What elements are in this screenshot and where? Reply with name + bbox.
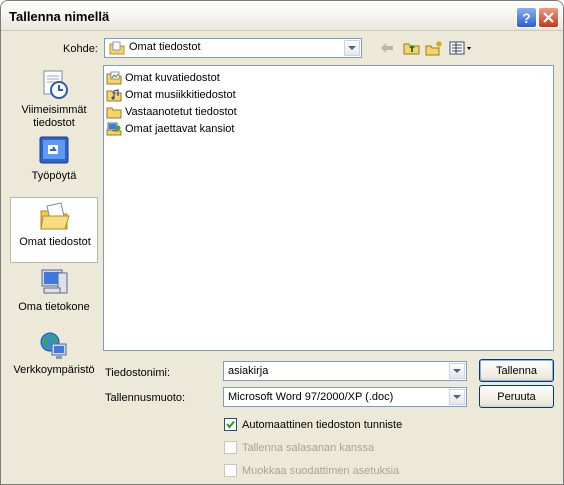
list-item[interactable]: Vastaanotetut tiedostot xyxy=(106,104,237,120)
location-value: Omat tiedostot xyxy=(129,41,201,53)
cancel-button-label: Peruuta xyxy=(497,390,536,403)
file-list[interactable]: Omat kuvatiedostot Omat musiikkitiedosto… xyxy=(103,65,554,351)
file-name: Omat musiikkitiedostot xyxy=(125,89,236,101)
folder-icon xyxy=(106,107,122,119)
list-item[interactable]: Omat musiikkitiedostot xyxy=(106,87,236,103)
title-bar[interactable]: Tallenna nimellä ? xyxy=(1,1,563,31)
save-with-password-label: Tallenna salasanan kanssa xyxy=(242,441,375,454)
recent-documents-icon xyxy=(43,70,68,99)
my-music-folder-icon xyxy=(106,89,122,102)
close-button[interactable] xyxy=(538,7,559,28)
file-name: Omat kuvatiedostot xyxy=(125,72,220,84)
place-my-computer-label: Oma tietokone xyxy=(18,301,90,313)
shared-folders-icon xyxy=(106,122,122,136)
list-item[interactable]: Omat jaettavat kansiot xyxy=(106,121,234,137)
filename-label: Tiedostonimi: xyxy=(105,367,171,379)
place-desktop-label: Työpöytä xyxy=(31,170,77,182)
chevron-down-icon xyxy=(453,395,461,399)
filetype-value: Microsoft Word 97/2000/XP (.doc) xyxy=(228,391,394,403)
places-bar: Viimeisimmät tiedostot Työpöytä Omat tie… xyxy=(10,64,98,394)
checkbox-box[interactable] xyxy=(224,441,237,454)
back-arrow-icon xyxy=(381,43,393,53)
new-folder-button[interactable] xyxy=(425,40,443,56)
filename-input[interactable]: asiakirja xyxy=(228,365,268,377)
up-folder-icon xyxy=(403,43,419,55)
my-documents-small-icon xyxy=(109,41,125,55)
close-icon xyxy=(543,12,554,23)
network-places-icon xyxy=(40,332,67,359)
place-recent-label-2: tiedostot xyxy=(33,117,75,129)
edit-filter-settings-label: Muokkaa suodattimen asetuksia xyxy=(242,464,400,477)
place-network[interactable]: Verkkoympäristö xyxy=(10,330,98,388)
file-name: Omat jaettavat kansiot xyxy=(125,123,235,135)
chevron-down-icon xyxy=(348,46,356,50)
checkbox-box[interactable] xyxy=(224,464,237,477)
new-folder-icon xyxy=(425,40,442,55)
help-button[interactable]: ? xyxy=(516,7,537,28)
question-mark-icon: ? xyxy=(522,9,531,26)
filename-combobox[interactable]: asiakirja xyxy=(223,361,467,381)
place-desktop[interactable]: Työpöytä xyxy=(10,134,98,192)
checkmark-icon xyxy=(226,420,235,429)
my-computer-icon xyxy=(41,269,68,294)
checkbox-box[interactable] xyxy=(224,418,237,431)
location-combobox[interactable]: Omat tiedostot xyxy=(104,38,362,58)
save-button-label: Tallenna xyxy=(496,364,537,377)
location-label: Kohde: xyxy=(63,43,98,55)
file-name: Vastaanotetut tiedostot xyxy=(125,106,237,118)
place-recent-documents[interactable]: Viimeisimmät tiedostot xyxy=(10,66,98,132)
place-network-label: Verkkoympäristö xyxy=(13,364,95,376)
filetype-dropdown-button[interactable] xyxy=(449,389,465,405)
save-as-dialog: Tallenna nimellä ? Kohde: Omat tiedostot xyxy=(0,0,564,485)
save-button[interactable]: Tallenna xyxy=(479,359,554,382)
place-my-documents-label: Omat tiedostot xyxy=(19,236,91,248)
up-one-level-button[interactable] xyxy=(402,40,420,56)
desktop-icon xyxy=(39,136,69,164)
list-item[interactable]: Omat kuvatiedostot xyxy=(106,70,220,86)
location-dropdown-button[interactable] xyxy=(344,40,360,56)
place-recent-label-1: Viimeisimmät xyxy=(21,104,87,116)
auto-extension-checkbox[interactable]: Automaattinen tiedoston tunniste xyxy=(224,418,402,431)
chevron-down-icon xyxy=(453,369,461,373)
filetype-select[interactable]: Microsoft Word 97/2000/XP (.doc) xyxy=(223,387,467,407)
view-menu-button[interactable] xyxy=(448,40,474,56)
save-with-password-checkbox[interactable]: Tallenna salasanan kanssa xyxy=(224,441,374,454)
cancel-button[interactable]: Peruuta xyxy=(479,385,554,408)
my-pictures-folder-icon xyxy=(106,71,122,85)
place-my-documents[interactable]: Omat tiedostot xyxy=(10,197,98,263)
dialog-title: Tallenna nimellä xyxy=(9,9,110,24)
edit-filter-settings-checkbox[interactable]: Muokkaa suodattimen asetuksia xyxy=(224,464,399,477)
place-my-computer[interactable]: Oma tietokone xyxy=(10,267,98,325)
view-menu-icon xyxy=(449,41,471,55)
filetype-label: Tallennusmuoto: xyxy=(105,392,186,404)
my-documents-icon xyxy=(40,202,70,230)
back-button[interactable] xyxy=(379,40,395,56)
filename-dropdown-button[interactable] xyxy=(449,363,465,379)
auto-extension-label: Automaattinen tiedoston tunniste xyxy=(242,418,403,431)
